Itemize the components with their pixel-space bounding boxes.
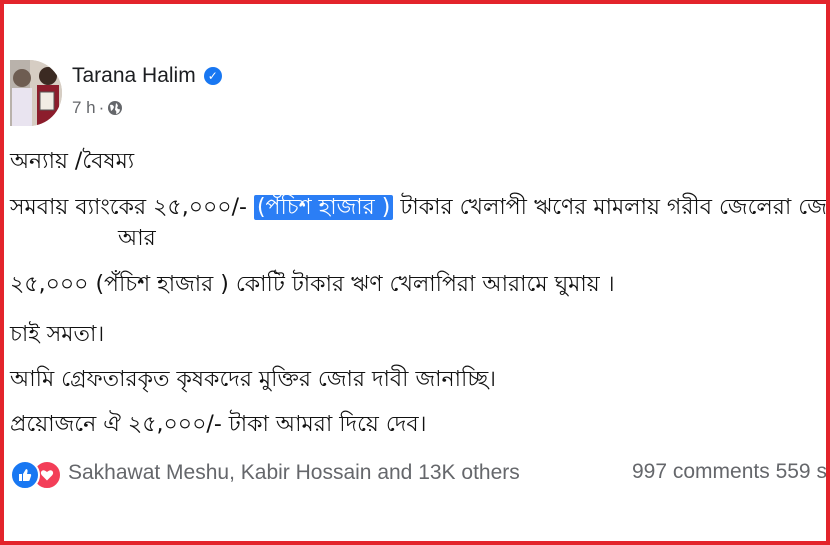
post-line-3: ২৫,০০০ (পঁচিশ হাজার ) কোটি টাকার ঋণ খেলা… [10, 272, 615, 297]
post-line-2-continuation: আর [118, 226, 156, 251]
post-time[interactable]: 7 h [72, 98, 96, 118]
post-footer: Sakhawat Meshu, Kabir Hossain and 13K ot… [10, 453, 826, 493]
author-row: Tarana Halim ✓ [72, 64, 222, 88]
post-line-6: প্রয়োজনে ঐ ২৫,০০০/- টাকা আমরা দিয়ে দেব… [10, 412, 427, 437]
post-header: Tarana Halim ✓ 7 h · ⋮ [10, 60, 826, 130]
verified-badge-icon: ✓ [203, 67, 222, 85]
reaction-icons[interactable] [10, 458, 62, 490]
reactors-summary[interactable]: Sakhawat Meshu, Kabir Hossain and 13K ot… [68, 461, 520, 485]
shares-count[interactable]: 559 sha [776, 460, 826, 483]
avatar[interactable] [10, 60, 62, 126]
meta-separator: · [98, 98, 105, 117]
post-line-4: চাই সমতা। [10, 322, 105, 347]
comments-count[interactable]: 997 comments [632, 460, 770, 483]
post-line-5: আমি গ্রেফতারকৃত কৃষকদের মুক্তির জোর দাবী… [10, 367, 497, 392]
post-meta: 7 h · [72, 98, 123, 118]
post-line-2-start: সমবায় ব্যাংকের ২৫,০০০/- [10, 195, 247, 220]
globe-icon[interactable] [107, 100, 123, 116]
post-line-2-end: টাকার খেলাপী ঋণের মামলায় গরীব জেলেরা জে… [400, 195, 827, 220]
like-icon [10, 460, 40, 490]
selected-text-highlight[interactable]: (পঁচিশ হাজার ) [253, 195, 394, 220]
screenshot-frame: Tarana Halim ✓ 7 h · ⋮ অন্যায় /বৈষম্য স… [0, 0, 830, 545]
post-stats: 997 comments 559 sha [632, 460, 826, 484]
post-line-1: অন্যায় /বৈষম্য [10, 149, 135, 174]
author-name[interactable]: Tarana Halim [72, 64, 196, 88]
